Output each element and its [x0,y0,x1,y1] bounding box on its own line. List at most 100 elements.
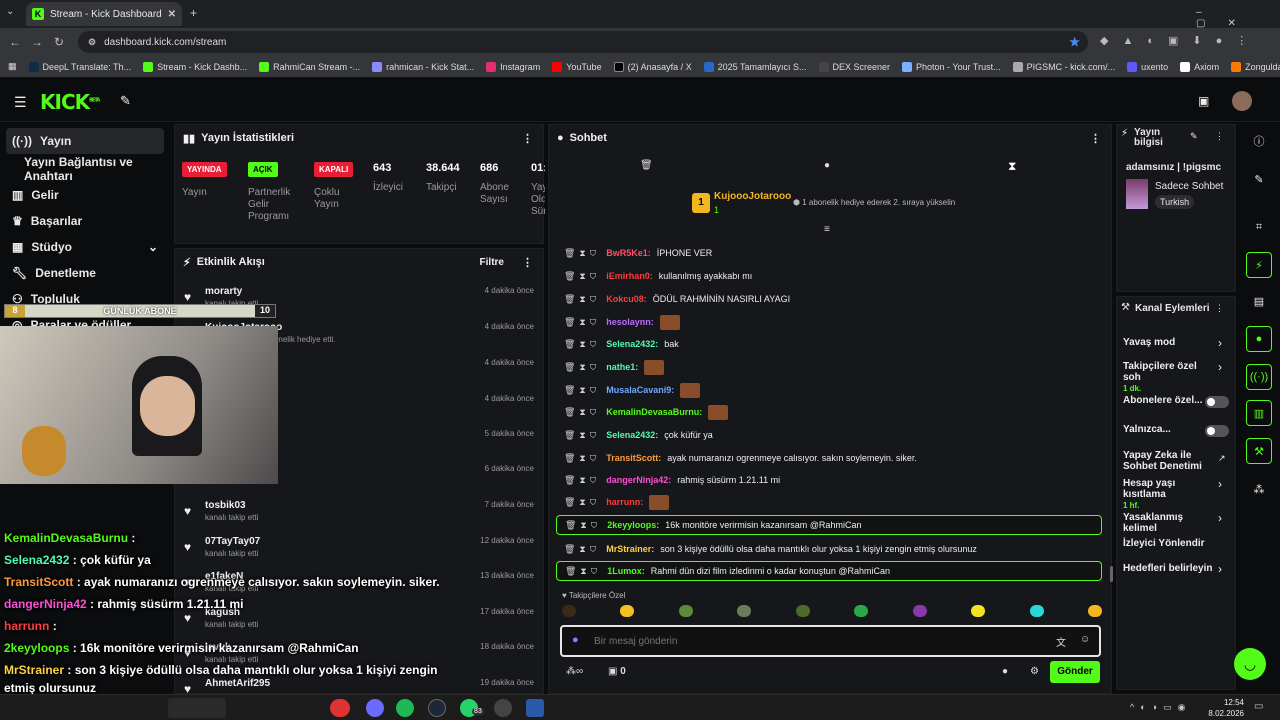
sidebar-item-yayin[interactable]: ((·)) Yayın [6,128,164,154]
more-icon[interactable]: ⋮ [522,132,533,145]
category-thumbnail[interactable] [1126,179,1148,209]
chat-rail-icon[interactable]: ● [1246,326,1272,352]
app-taskbar-icon[interactable] [526,699,544,717]
emote-icon[interactable] [737,605,752,617]
mod-tools-icon[interactable]: 🗑︎⧗⛉ [564,430,600,441]
channel-action-item[interactable]: Takipçilere özel soh 1 dk. [1123,361,1217,394]
activity-user[interactable]: AhmetArif295 [205,678,270,689]
crop-icon[interactable]: ⌗ [1246,214,1272,240]
chat-message[interactable]: 🗑︎⧗⛉ MusalaCavani9: [556,380,1102,400]
bookmark-item[interactable]: rahmican - Kick Stat... [372,61,474,72]
bookmark-item[interactable]: RahmiCan Stream -... [259,61,360,72]
chat-message[interactable]: 🗑︎⧗⛉ BwR5Ke1: İPHONE VER [556,243,1102,263]
send-button[interactable]: Gönder [1050,661,1100,683]
bookmark-item[interactable]: Zonguldak İngilizce... [1231,61,1280,72]
toggle-switch[interactable] [1205,396,1229,408]
mod-tools-icon[interactable]: 🗑︎⧗⛉ [565,520,601,531]
emote-icon[interactable] [1087,605,1102,617]
activity-item[interactable]: ♥ 07TayTay07 kanalı takip etti 12 dakika… [182,536,538,568]
chrome-taskbar-icon[interactable] [330,699,350,717]
chat-message[interactable]: 🗑︎⧗⛉ Selena2432: bak [556,334,1102,354]
hourglass-icon[interactable]: ⧗ [1008,159,1016,174]
pin-icon[interactable]: ✎ [120,93,131,109]
channel-action-item[interactable]: Yasaklanmış kelimel [1123,512,1217,534]
channel-points-icon[interactable]: ⁂∞ [566,666,583,677]
chat-message[interactable]: 🗑︎⧗⛉ nathe1: [556,357,1102,377]
pinned-gifter[interactable]: KujoooJotarooo [714,191,791,202]
sidebar-item-studyo[interactable]: ▦ Stüdyo ⌄ [0,234,170,260]
emoji-icon[interactable]: ☺ [1080,634,1090,645]
mod-tools-icon[interactable]: 🗑︎⧗⛉ [564,497,600,508]
emote-icon[interactable] [854,605,869,617]
sidebar-item-denetleme[interactable]: 🔧︎ Denetleme [0,260,170,286]
emote-icon[interactable] [912,605,927,617]
chevron-right-icon[interactable]: › [1218,511,1222,525]
new-tab-icon[interactable]: + [190,6,197,20]
bookmark-item[interactable]: Photon - Your Trust... [902,61,1001,72]
filter-button[interactable]: Filtre [480,257,504,268]
chevron-right-icon[interactable]: › [1218,336,1222,350]
tab-close-icon[interactable]: ✕ [168,9,176,20]
chat-username[interactable]: hesolaynn: [606,317,654,327]
chat-username[interactable]: harrunn: [606,497,643,507]
toggle-switch[interactable] [1205,425,1229,437]
pencil-icon[interactable]: ✎ [1246,166,1272,192]
forward-icon[interactable]: → [26,35,48,49]
tray-icons[interactable]: ^◐◑▭◉ [1130,702,1191,713]
support-chat-button[interactable]: ◡ [1234,648,1266,680]
discord-taskbar-icon[interactable] [366,699,384,717]
chat-username[interactable]: Selena2432: [606,339,658,349]
gift-counter[interactable]: ▣ 0 [608,666,626,677]
chat-message[interactable]: 🗑︎⧗⛉ MrStrainer: son 3 kişiye ödüllü olsa… [556,539,1102,559]
sidebar-item-stream-key[interactable]: Yayın Bağlantısı ve Anahtarı [0,155,170,183]
bookmark-item[interactable]: YouTube [552,61,602,72]
category-name[interactable]: Sadece Sohbet [1155,181,1223,192]
edit-icon[interactable]: ✎ [1190,131,1198,142]
pin-collapse-icon[interactable]: ≡ [824,224,830,235]
tab-search-icon[interactable]: ⌄ [6,6,20,20]
window-controls[interactable]: –▢✕ [1196,7,1280,29]
chat-username[interactable]: 2keyyloops: [607,520,659,530]
activity-item[interactable]: ♥ tosbik03 kanalı takip etti 7 dakika ön… [182,500,538,532]
steam-taskbar-icon[interactable] [428,699,446,717]
site-info-icon[interactable]: ⚙ [88,37,96,48]
chat-username[interactable]: nathe1: [606,362,638,372]
bookmark-item[interactable]: PIGSMC - kick.com/... [1012,61,1115,72]
reload-icon[interactable]: ↻ [48,35,70,49]
activity-user[interactable]: 07TayTay07 [205,536,260,547]
more-icon[interactable]: ⋮ [522,256,533,269]
channel-action-item[interactable]: Abonelere özel... [1123,395,1217,406]
back-icon[interactable]: ← [4,35,26,49]
mod-tools-icon[interactable]: 🗑︎⧗⛉ [564,362,600,373]
browser-tab[interactable]: K Stream - Kick Dashboard ✕ [26,2,182,26]
chat-message[interactable]: 🗑︎⧗⛉ iEmirhan0: kullanılmış ayakkabı mı [556,266,1102,286]
emote-icon[interactable] [795,605,810,617]
bookmark-item[interactable]: DEX Screener [818,61,890,72]
chat-username[interactable]: iEmirhan0: [606,271,653,281]
mod-tools-icon[interactable]: 🗑︎⧗⛉ [564,407,600,418]
community-icon[interactable]: ⁂ [1246,476,1272,502]
info-icon[interactable]: ⓘ [1246,128,1272,154]
spotify-taskbar-icon[interactable] [396,699,414,717]
chevron-right-icon[interactable]: › [1218,360,1222,374]
wallet-icon[interactable]: ▣ [1198,94,1209,108]
mod-tools-icon[interactable]: 🗑︎⧗⛉ [564,271,600,282]
chat-settings-bubble-icon[interactable]: ● [1002,666,1008,677]
chat-message[interactable]: 🗑︎⧗⛉ 2keyyloops: 16k monitöre verirmisin … [556,515,1102,535]
translate-icon[interactable]: 文 [1056,634,1066,649]
chat-message[interactable]: 🗑︎⧗⛉ hesolaynn: [556,312,1102,332]
menu-icon[interactable]: ☰ [14,94,27,111]
kick-logo[interactable]: KICKBETA [40,90,100,114]
chat-username[interactable]: MrStrainer: [606,544,654,554]
emote-icon[interactable] [562,605,576,617]
mod-tools-icon[interactable]: 🗑︎⧗⛉ [564,475,600,486]
address-bar[interactable]: ⚙ dashboard.kick.com/stream ★ [78,31,1088,53]
mod-tools-icon[interactable]: 🗑︎⧗⛉ [564,544,600,555]
mod-tools-icon[interactable]: 🗑︎⧗⛉ [565,566,601,577]
chat-input[interactable] [594,633,1034,649]
taskbar-app[interactable] [168,698,226,718]
avatar[interactable] [1232,91,1252,111]
chat-username[interactable]: BwR5Ke1: [606,248,651,258]
chat-message[interactable]: 🗑︎⧗⛉ KemalinDevasaBurnu: [556,402,1102,422]
more-icon[interactable]: ⋮ [1215,303,1224,314]
